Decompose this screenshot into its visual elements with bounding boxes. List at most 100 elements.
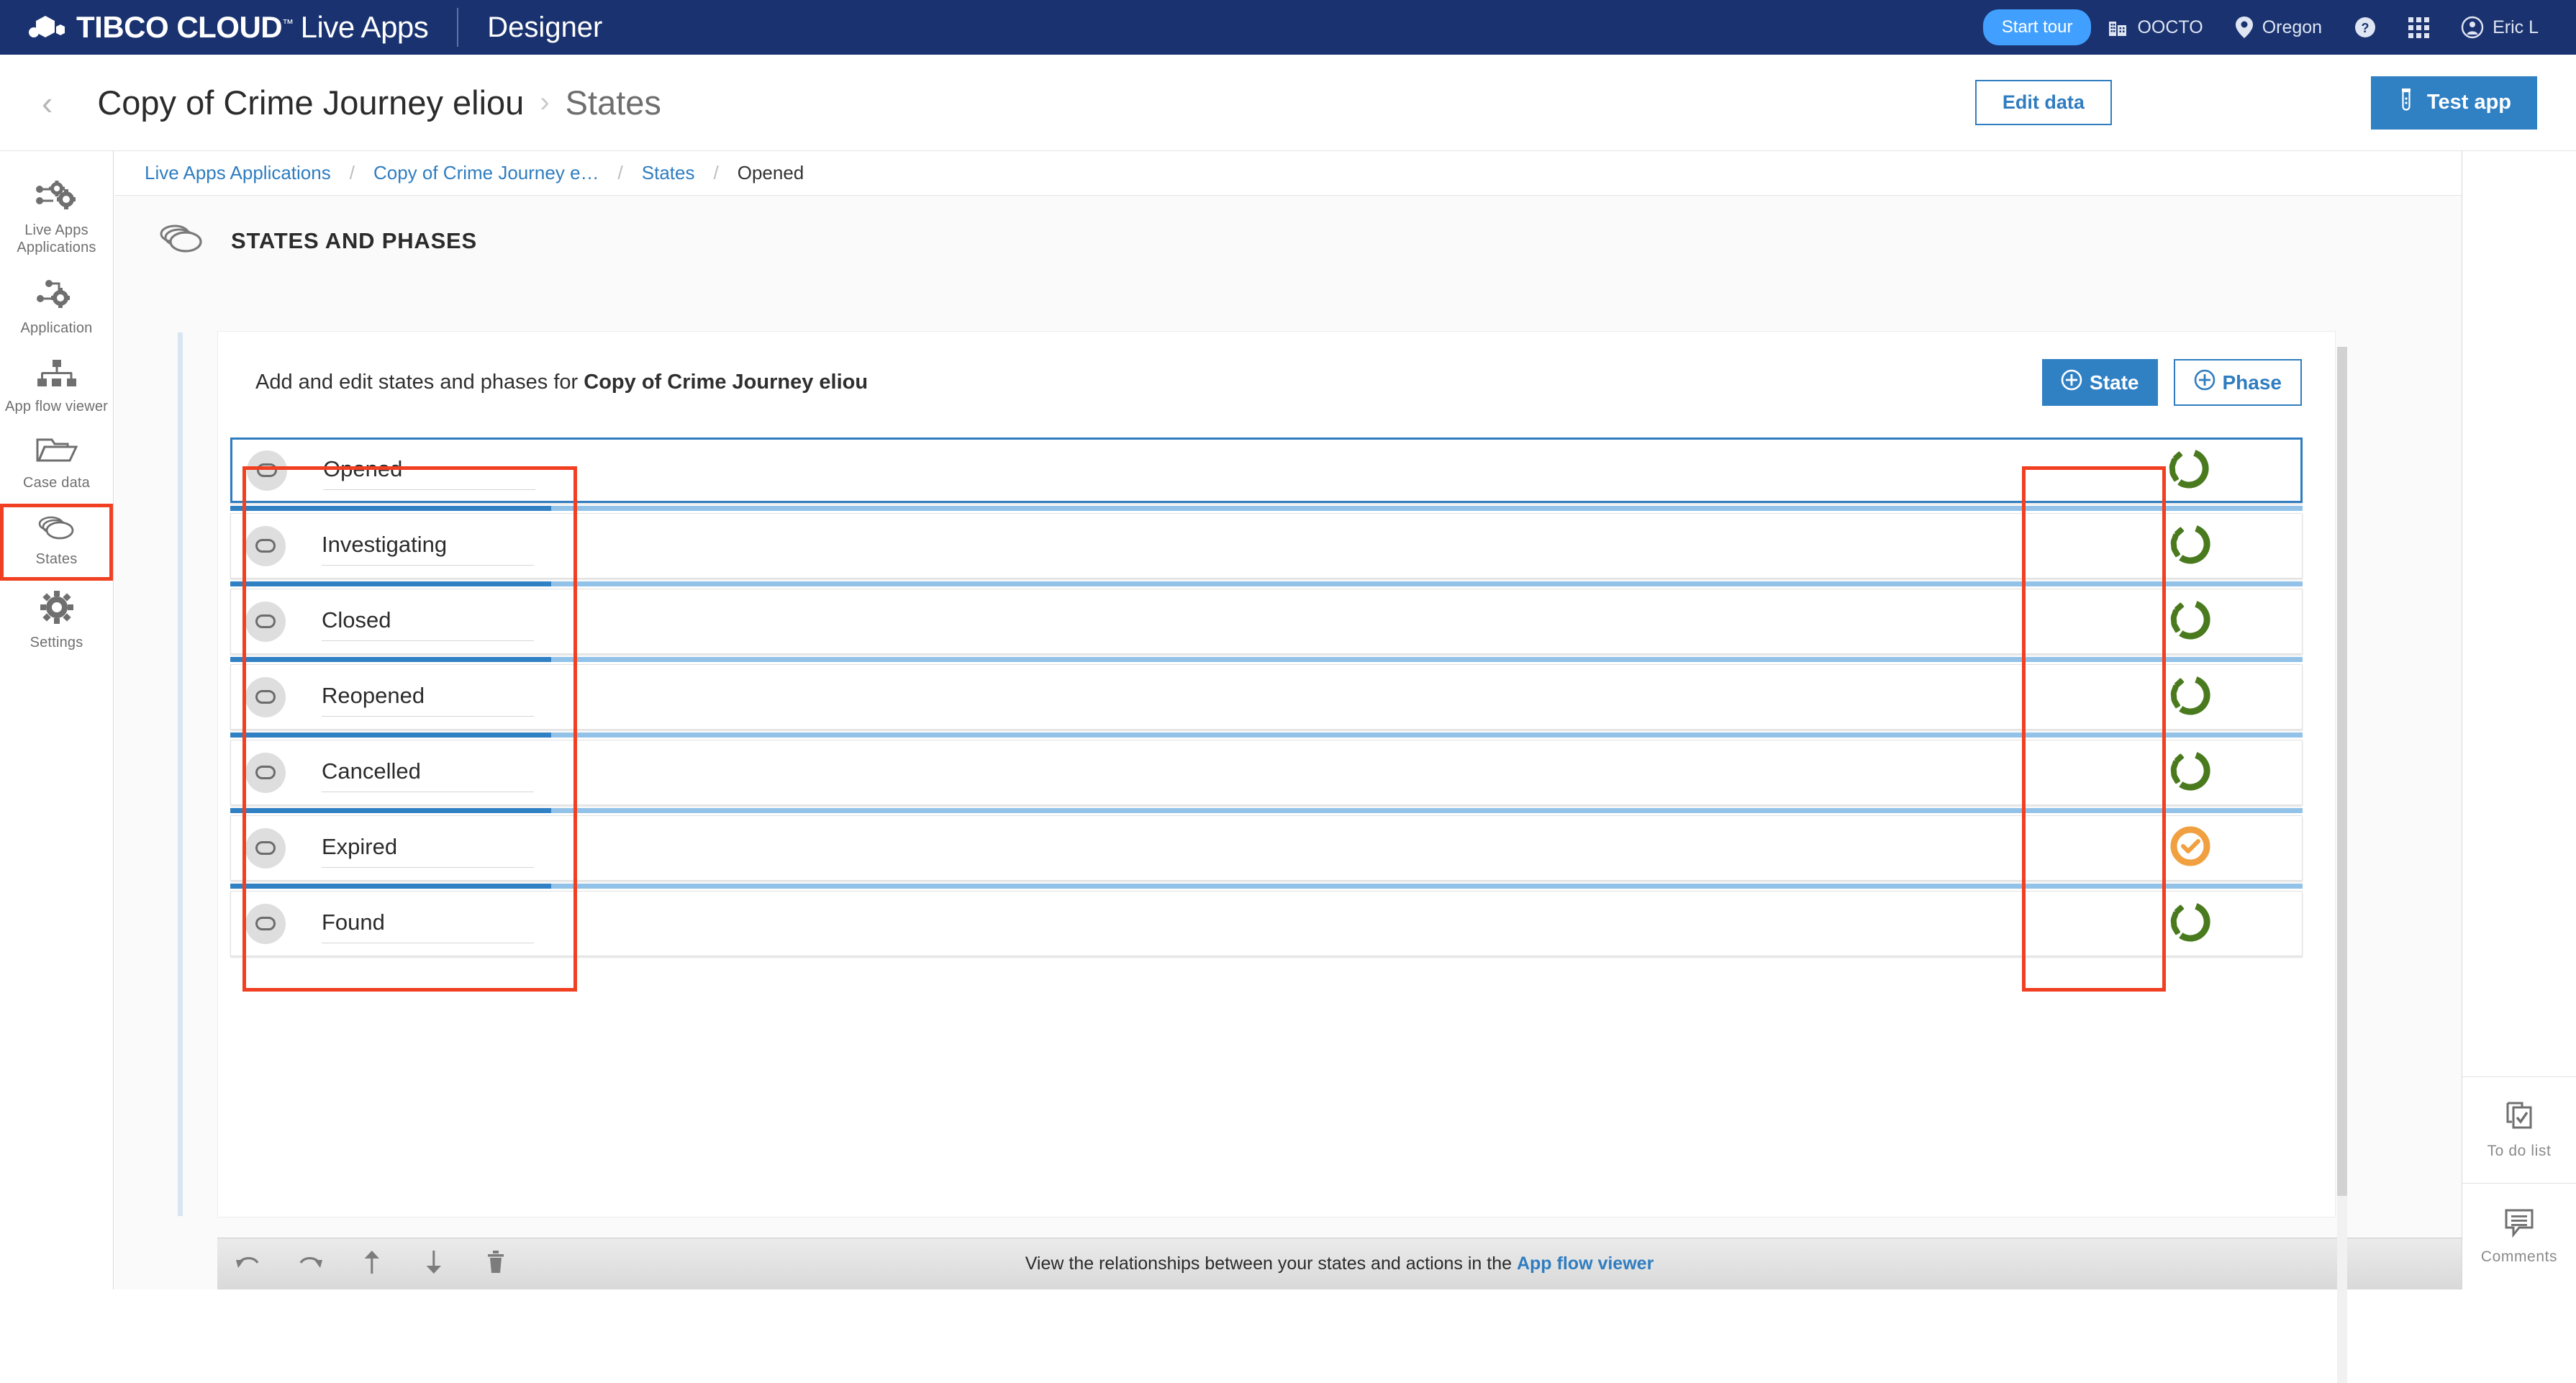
phase-progress-bar [230, 506, 2303, 511]
help-circle-icon: ? [2354, 16, 2377, 39]
sidebar-item-case-data[interactable]: Case data [0, 427, 113, 504]
org-selector[interactable]: OOCTO [2091, 17, 2218, 38]
add-state-button[interactable]: State [2042, 359, 2158, 406]
bottom-hint-prefix: View the relationships between your stat… [1025, 1253, 1517, 1274]
state-row[interactable]: Opened [230, 437, 2317, 503]
top-navigation-bar: TIBCO CLOUD ™ Live Apps Designer Start t… [0, 0, 2576, 55]
todo-list-icon [2503, 1100, 2535, 1135]
tibco-logo[interactable]: TIBCO CLOUD ™ Live Apps [27, 10, 429, 45]
sidebar-item-label: Case data [23, 475, 90, 491]
state-name-field[interactable]: Found [322, 892, 534, 956]
state-toggle-handle[interactable] [245, 525, 286, 566]
brand-trademark: ™ [282, 18, 294, 30]
state-status-icon-cell[interactable] [2122, 740, 2259, 804]
sidebar-item-label: App flow viewer [4, 398, 109, 414]
state-name-label: Opened [323, 456, 403, 481]
app-flow-viewer-link[interactable]: App flow viewer [1517, 1253, 1654, 1274]
state-toggle-handle[interactable] [245, 676, 286, 717]
plus-circle-icon [2194, 369, 2216, 396]
state-toggle-handle[interactable] [247, 450, 287, 491]
state-row[interactable]: Cancelled [230, 733, 2317, 805]
state-toggle-handle[interactable] [245, 601, 286, 642]
delete-trash-icon [486, 1250, 506, 1278]
add-phase-button[interactable]: Phase [2173, 359, 2302, 406]
help-button[interactable]: ? [2338, 16, 2393, 39]
redo-button[interactable] [279, 1238, 341, 1290]
state-toggle-handle[interactable] [245, 827, 286, 869]
vertical-rail-decoration [178, 332, 183, 1216]
state-name-field[interactable]: Reopened [322, 665, 534, 729]
state-toggle-handle[interactable] [245, 752, 286, 793]
state-name-field[interactable]: Cancelled [322, 740, 534, 804]
state-name-underline [322, 640, 534, 641]
move-down-button[interactable] [403, 1238, 465, 1290]
edit-data-button[interactable]: Edit data [1974, 80, 2112, 125]
sidebar-item-states[interactable]: States [0, 503, 113, 581]
state-row[interactable]: Expired [230, 808, 2317, 881]
sidebar-item-settings[interactable]: Settings [0, 581, 113, 663]
right-sidebar: To do list Comments [2462, 151, 2576, 1289]
state-row[interactable]: Closed [230, 581, 2317, 654]
start-tour-button[interactable]: Start tour [1982, 9, 2092, 45]
building-icon [2107, 17, 2128, 38]
state-name-field[interactable]: Opened [323, 440, 535, 501]
breadcrumb-item-states[interactable]: States [642, 162, 695, 184]
state-row[interactable]: Investigating [230, 506, 2317, 579]
apps-grid-icon [2408, 17, 2430, 38]
main-scrollbar-track[interactable] [2337, 347, 2347, 1383]
state-status-icon-cell[interactable] [2122, 514, 2259, 578]
phase-segment-inactive [551, 808, 2303, 813]
main-scrollbar-thumb[interactable] [2337, 347, 2347, 1196]
right-rail-item-todo-list[interactable]: To do list [2462, 1076, 2576, 1183]
state-name-field[interactable]: Closed [322, 589, 534, 653]
states-list: Opened Investigating Closed Reopened Can… [230, 437, 2317, 992]
state-row[interactable]: Reopened [230, 657, 2317, 730]
main-content-area: Live Apps Applications / Copy of Crime J… [114, 151, 2462, 1383]
test-app-button[interactable]: Test app [2370, 76, 2537, 130]
back-button[interactable]: ‹ [42, 86, 53, 119]
move-up-icon [363, 1250, 381, 1278]
sidebar-item-label: Application [20, 320, 93, 337]
user-name-label: Eric L [2493, 17, 2539, 37]
move-up-button[interactable] [341, 1238, 403, 1290]
undo-button[interactable] [217, 1238, 279, 1290]
apps-launcher-button[interactable] [2393, 17, 2445, 38]
breadcrumb-item-application[interactable]: Copy of Crime Journey e… [373, 162, 599, 184]
application-icon [35, 278, 79, 313]
state-status-icon-cell[interactable] [2121, 440, 2257, 501]
state-toggle-glyph [257, 463, 277, 477]
state-status-icon-cell[interactable] [2122, 892, 2259, 956]
phase-progress-bar [230, 733, 2303, 738]
state-row[interactable]: Found [230, 884, 2317, 956]
sidebar-item-application[interactable]: Application [0, 268, 113, 349]
state-row-card[interactable]: Expired [230, 815, 2303, 881]
nav-divider [457, 8, 459, 47]
state-toggle-handle[interactable] [245, 903, 286, 944]
phase-segment-inactive [551, 581, 2303, 586]
case-data-folder-icon [36, 437, 78, 468]
user-menu[interactable]: Eric L [2445, 16, 2554, 39]
terminal-check-icon [2166, 822, 2215, 874]
state-row-card[interactable]: Found [230, 891, 2303, 956]
delete-button[interactable] [465, 1238, 527, 1290]
right-rail-item-comments[interactable]: Comments [2462, 1183, 2576, 1289]
left-sidebar: Live Apps Applications Application App f… [0, 151, 114, 1289]
state-name-field[interactable]: Investigating [322, 514, 534, 578]
state-status-icon-cell[interactable] [2122, 665, 2259, 729]
phase-segment-active [230, 884, 552, 889]
breadcrumb-separator: / [713, 162, 719, 183]
state-row-spacer [534, 665, 2122, 729]
state-status-icon-cell[interactable] [2122, 589, 2259, 653]
app-flow-viewer-icon [37, 359, 77, 391]
sidebar-item-app-flow-viewer[interactable]: App flow viewer [0, 349, 113, 427]
breadcrumb-item-live-apps-applications[interactable]: Live Apps Applications [145, 162, 331, 184]
state-name-field[interactable]: Expired [322, 816, 534, 880]
region-selector[interactable]: Oregon [2219, 16, 2338, 39]
state-row-card[interactable]: Investigating [230, 513, 2303, 579]
state-row-card[interactable]: Closed [230, 589, 2303, 654]
state-row-card[interactable]: Reopened [230, 664, 2303, 730]
state-row-card[interactable]: Cancelled [230, 740, 2303, 805]
sidebar-item-live-apps-applications[interactable]: Live Apps Applications [0, 170, 113, 268]
state-row-card[interactable]: Opened [230, 437, 2303, 503]
state-status-icon-cell[interactable] [2122, 816, 2259, 880]
